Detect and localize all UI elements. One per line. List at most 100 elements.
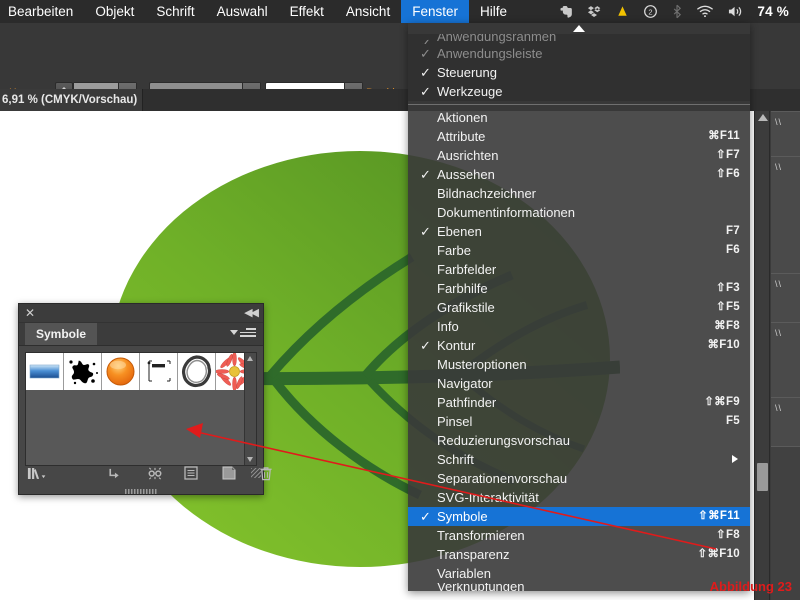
dropbox-icon[interactable] [587,4,602,19]
menu-fenster[interactable]: Fenster [401,0,469,23]
info-circle-icon[interactable]: 2 [643,4,658,19]
menu-item-farbhilfe[interactable]: Farbhilfe ⇧F3 [408,279,750,298]
right-panel-dock[interactable]: \\ \\ \\ \\ \\ [769,111,800,600]
menu-item-svg-interaktivitaet[interactable]: SVG-Interaktivität [408,488,750,507]
panel-resize-grip[interactable] [251,468,261,478]
menu-item-kontur[interactable]: ✓ Kontur ⌘F10 [408,336,750,355]
dock-tab-2[interactable]: \\ [771,156,800,274]
scroll-down-arrow-icon[interactable] [247,457,253,462]
menu-effekt[interactable]: Effekt [279,0,335,23]
menu-item-label: Navigator [437,376,493,391]
menu-scroll-up-icon[interactable] [408,23,750,34]
scroll-up-arrow-icon[interactable] [758,114,768,121]
symbols-panel-scrollbar[interactable] [244,353,256,465]
dock-tab-6[interactable] [771,446,800,600]
menu-item-pathfinder[interactable]: Pathfinder ⇧⌘F9 [408,393,750,412]
flyout-triangle-icon[interactable] [230,330,238,335]
menu-item-steuerung[interactable]: ✓ Steuerung [408,63,750,82]
break-link-icon[interactable] [147,466,163,485]
panel-tab-row[interactable]: Symbole [19,323,263,346]
menu-item-label: Transparenz [437,547,510,562]
place-symbol-instance-icon[interactable] [107,466,121,485]
menu-item-dokumentinformationen[interactable]: Dokumentinformationen [408,203,750,222]
menu-item-reduzierungsvorschau[interactable]: Reduzierungsvorschau [408,431,750,450]
menu-auswahl[interactable]: Auswahl [206,0,279,23]
menu-item-grafikstile[interactable]: Grafikstile ⇧F5 [408,298,750,317]
checkmark-icon: ✓ [420,84,431,99]
scroll-up-arrow-icon[interactable] [247,356,253,361]
warning-triangle-icon[interactable] [615,4,630,19]
close-icon[interactable]: ✕ [25,306,35,320]
menu-item-verknuepfungen[interactable]: Verknüpfungen [408,583,750,591]
wifi-icon[interactable] [696,4,714,19]
bluetooth-icon[interactable] [671,4,683,19]
evernote-icon[interactable] [559,4,574,19]
menu-item-anwendungsrahmen[interactable]: ✓ Anwendungsrahmen [408,34,750,44]
menu-item-musteroptionen[interactable]: Musteroptionen [408,355,750,374]
menu-item-aussehen[interactable]: ✓ Aussehen ⇧F6 [408,165,750,184]
menu-objekt[interactable]: Objekt [84,0,145,23]
scrollbar-thumb[interactable] [757,463,768,491]
symbol-blue-gradient-bar[interactable] [26,353,64,390]
checkmark-icon: ✓ [420,338,431,353]
menu-item-aktionen[interactable]: Aktionen [408,108,750,127]
menu-item-label: SVG-Interaktivität [437,490,539,505]
symbols-grid-area[interactable] [25,352,257,466]
menu-item-ausrichten[interactable]: Ausrichten ⇧F7 [408,146,750,165]
menu-ansicht[interactable]: Ansicht [335,0,401,23]
menu-item-variablen[interactable]: Variablen [408,564,750,583]
panel-titlebar[interactable]: ✕ ◀◀ [19,304,263,323]
dock-grip-icon: \\ [775,162,783,172]
illustrator-window: Bearbeiten Objekt Schrift Auswahl Effekt… [0,0,800,600]
menu-item-ebenen[interactable]: ✓ Ebenen F7 [408,222,750,241]
menu-item-pinsel[interactable]: Pinsel F5 [408,412,750,431]
menu-item-werkzeuge[interactable]: ✓ Werkzeuge [408,82,750,101]
new-symbol-icon[interactable] [222,466,236,484]
fenster-dropdown-menu[interactable]: ✓ Anwendungsrahmen ✓ Anwendungsleiste ✓ … [408,23,750,591]
menu-item-attribute[interactable]: Attribute ⌘F11 [408,127,750,146]
menu-hilfe[interactable]: Hilfe [469,0,518,23]
panel-bottom-grip[interactable] [125,489,157,494]
menu-item-separationenvorschau[interactable]: Separationenvorschau [408,469,750,488]
volume-icon[interactable] [727,4,744,19]
menu-item-symbole[interactable]: ✓ Symbole ⇧⌘F11 [408,507,750,526]
symbols-grid[interactable] [26,353,253,390]
tab-symbole[interactable]: Symbole [25,323,98,345]
menu-item-label: Symbole [437,509,488,524]
menu-item-bildnachzeichner[interactable]: Bildnachzeichner [408,184,750,203]
menu-item-transformieren[interactable]: Transformieren ⇧F8 [408,526,750,545]
collapse-panel-icon[interactable]: ◀◀ [244,307,259,319]
dock-tab-5[interactable]: \\ [771,397,800,447]
dock-tab-3[interactable]: \\ [771,273,800,323]
menu-schrift[interactable]: Schrift [145,0,205,23]
menu-separator [408,104,750,105]
dock-tab-4[interactable]: \\ [771,322,800,398]
menu-item-schrift[interactable]: Schrift [408,450,750,469]
panel-flyout-menu-icon[interactable] [240,328,256,340]
dock-tab-1[interactable]: \\ [771,111,800,157]
symbol-grey-ring[interactable] [178,353,216,390]
symbol-libraries-icon[interactable] [27,466,49,485]
menu-item-farbe[interactable]: Farbe F6 [408,241,750,260]
symbol-registration-marks[interactable] [140,353,178,390]
submenu-arrow-icon [732,455,738,463]
menu-item-label: Transformieren [437,528,525,543]
symbol-orange-sphere[interactable] [102,353,140,390]
menu-item-farbfelder[interactable]: Farbfelder [408,260,750,279]
canvas-vertical-scrollbar[interactable] [754,111,770,600]
menu-bearbeiten[interactable]: Bearbeiten [0,0,84,23]
checkmark-icon: ✓ [420,46,431,61]
menu-item-transparenz[interactable]: Transparenz ⇧⌘F10 [408,545,750,564]
menu-item-anwendungsleiste[interactable]: ✓ Anwendungsleiste [408,44,750,63]
zoom-level-indicator[interactable]: 6,91 % (CMYK/Vorschau) [0,89,143,111]
symbol-options-icon[interactable] [184,466,198,484]
menu-item-navigator[interactable]: Navigator [408,374,750,393]
battery-percentage[interactable]: 74 % [757,4,791,19]
delete-symbol-icon[interactable] [259,466,273,485]
symbol-black-splatter[interactable] [64,353,102,390]
menu-item-shortcut: ⌘F8 [714,320,740,332]
menu-item-info[interactable]: Info ⌘F8 [408,317,750,336]
menu-item-shortcut: F5 [725,415,740,427]
symbols-panel[interactable]: ✕ ◀◀ Symbole [18,303,272,495]
menu-item-label: Variablen [437,566,491,581]
